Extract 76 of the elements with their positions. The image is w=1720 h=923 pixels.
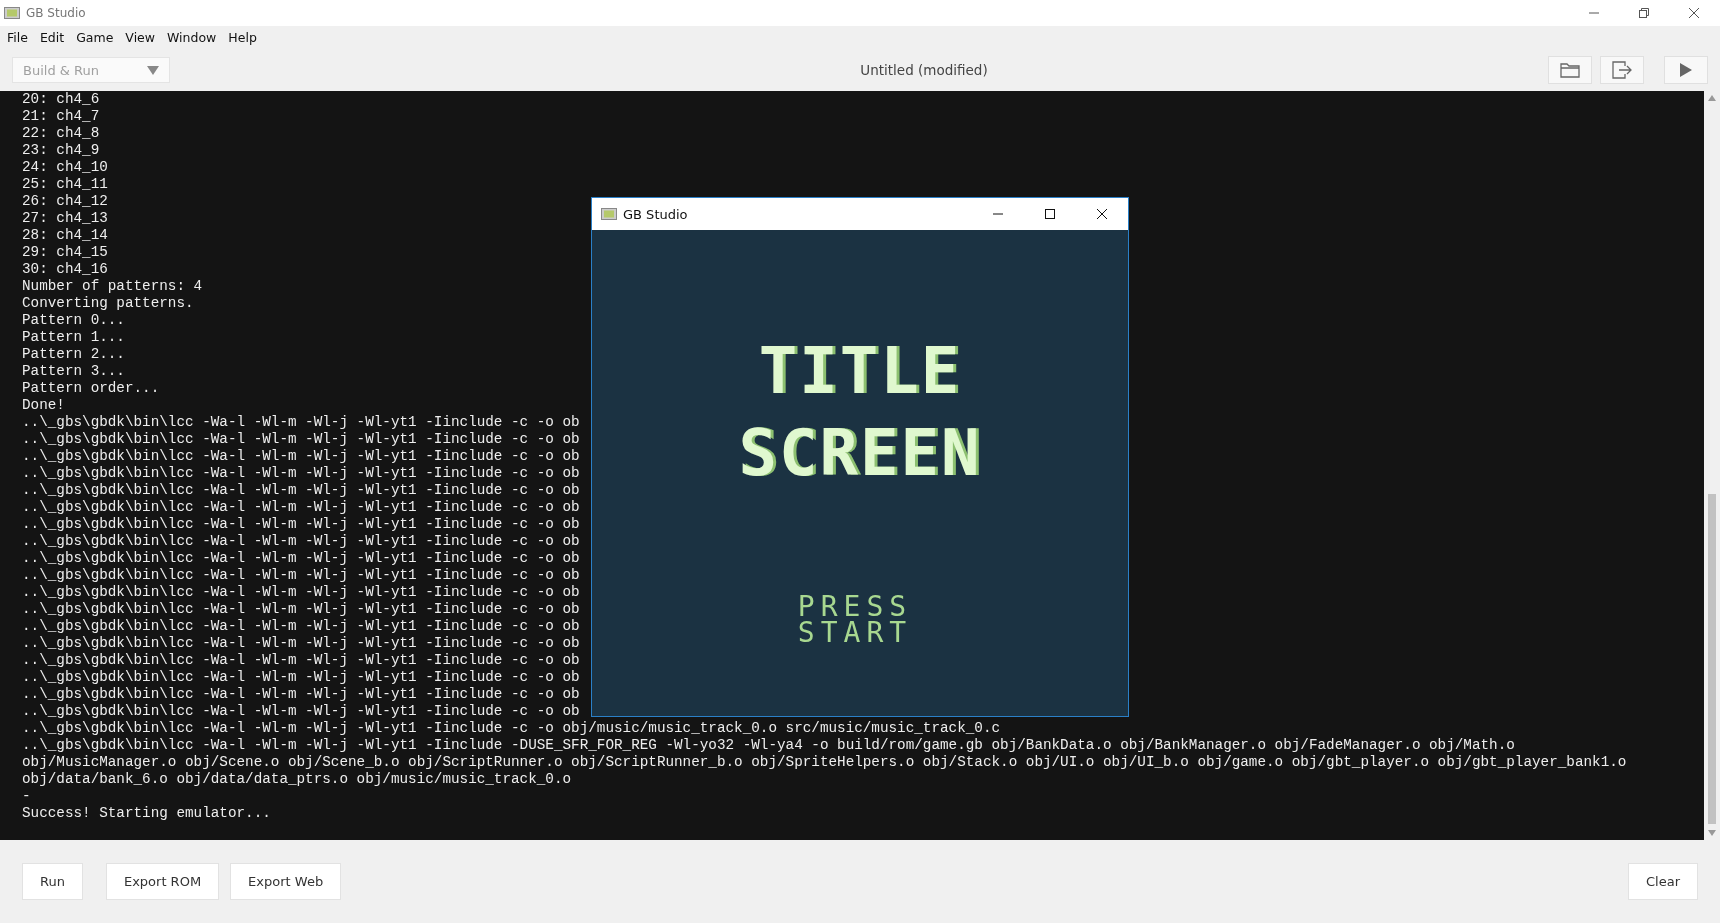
console-line: 22: ch4_8 xyxy=(22,125,100,142)
console-line: ..\_gbs\gbdk\bin\lcc -Wa-l -Wl-m -Wl-j -Wl-yt1 -Iinclude -c -o ob xyxy=(22,618,580,635)
console-line: obj/MusicManager.o obj/Scene.o obj/Scene_b.o obj/ScriptRunner.o obj/ScriptRunner_b.o obj/SpriteHelpers.o obj/Stack.o obj/UI.o obj/UI_b.o obj/game.o obj/gbt_player.o obj/gbt_player_bank1.o xyxy=(22,754,1627,771)
console-line: ..\_gbs\gbdk\bin\lcc -Wa-l -Wl-m -Wl-j -Wl-yt1 -Iinclude -c -o ob xyxy=(22,635,580,652)
console-line: Pattern order... xyxy=(22,380,160,397)
console-line: ..\_gbs\gbdk\bin\lcc -Wa-l -Wl-m -Wl-j -Wl-yt1 -Iinclude -c -o ob xyxy=(22,703,580,720)
console-line: 25: ch4_11 xyxy=(22,176,108,193)
menu-item[interactable]: Help xyxy=(228,30,257,45)
console-line: Pattern 1... xyxy=(22,329,125,346)
clear-button[interactable]: Clear xyxy=(1628,863,1698,900)
console-line: ..\_gbs\gbdk\bin\lcc -Wa-l -Wl-m -Wl-j -Wl-yt1 -Iinclude -c -o ob xyxy=(22,669,580,686)
console-line: 29: ch4_15 xyxy=(22,244,108,261)
console-line: 23: ch4_9 xyxy=(22,142,100,159)
console-line: Pattern 0... xyxy=(22,312,125,329)
console-line: ..\_gbs\gbdk\bin\lcc -Wa-l -Wl-m -Wl-j -Wl-yt1 -Iinclude -c -o ob xyxy=(22,482,580,499)
console-line: ..\_gbs\gbdk\bin\lcc -Wa-l -Wl-m -Wl-j -Wl-yt1 -Iinclude -c -o ob xyxy=(22,431,580,448)
play-button[interactable] xyxy=(1664,56,1708,84)
console-line: 21: ch4_7 xyxy=(22,108,100,125)
console-line: 24: ch4_10 xyxy=(22,159,108,176)
console-line: Converting patterns. xyxy=(22,295,194,312)
emulator-title: GB Studio xyxy=(623,206,688,222)
close-icon[interactable] xyxy=(1688,7,1700,19)
console-line: - xyxy=(22,788,31,805)
game-title-text: SCREEN xyxy=(738,415,982,492)
console-line: ..\_gbs\gbdk\bin\lcc -Wa-l -Wl-m -Wl-j -Wl-yt1 -Iinclude -c -o ob xyxy=(22,550,580,567)
console-line: ..\_gbs\gbdk\bin\lcc -Wa-l -Wl-m -Wl-j -Wl-yt1 -Iinclude -c -o ob xyxy=(22,567,580,584)
folder-icon xyxy=(1560,62,1580,78)
console-line: ..\_gbs\gbdk\bin\lcc -Wa-l -Wl-m -Wl-j -Wl-yt1 -Iinclude -c -o obj/music/music_track_0.o src/music/music_track_0.c xyxy=(22,720,1001,737)
export-icon xyxy=(1612,61,1632,79)
restore-icon[interactable] xyxy=(1638,7,1650,19)
console-line: Done! xyxy=(22,397,65,414)
action-button[interactable]: Export Web xyxy=(230,863,342,900)
console-line: 30: ch4_16 xyxy=(22,261,108,278)
console-line: ..\_gbs\gbdk\bin\lcc -Wa-l -Wl-m -Wl-j -Wl-yt1 -Iinclude -c -o ob xyxy=(22,448,580,465)
app-icon xyxy=(601,208,617,220)
console-line: obj/data/bank_6.o obj/data/data_ptrs.o obj/music/music_track_0.o xyxy=(22,771,572,788)
maximize-icon[interactable] xyxy=(1044,208,1056,220)
console-line: Number of patterns: 4 xyxy=(22,278,203,295)
menu-item[interactable]: Window xyxy=(167,30,217,45)
press-start-text: PRESS xyxy=(797,594,913,620)
console-line: 20: ch4_6 xyxy=(22,91,100,108)
scroll-down-icon[interactable] xyxy=(1708,830,1716,836)
console-line: Pattern 3... xyxy=(22,363,125,380)
console-line: Success! Starting emulator... xyxy=(22,805,271,822)
console-line: 27: ch4_13 xyxy=(22,210,108,227)
scroll-up-icon[interactable] xyxy=(1708,95,1716,101)
console-line: 28: ch4_14 xyxy=(22,227,108,244)
caret-icon xyxy=(147,65,159,75)
menu-item[interactable]: Edit xyxy=(39,30,65,45)
menu-item[interactable]: File xyxy=(7,30,28,45)
console-line: ..\_gbs\gbdk\bin\lcc -Wa-l -Wl-m -Wl-j -Wl-yt1 -Iinclude -c -o ob xyxy=(22,686,580,703)
console-line: ..\_gbs\gbdk\bin\lcc -Wa-l -Wl-m -Wl-j -Wl-yt1 -Iinclude -c -o ob xyxy=(22,652,580,669)
console-line: ..\_gbs\gbdk\bin\lcc -Wa-l -Wl-m -Wl-j -Wl-yt1 -Iinclude -c -o ob xyxy=(22,499,580,516)
menu-item[interactable]: Game xyxy=(76,30,114,45)
export-button[interactable] xyxy=(1600,56,1644,84)
scrollbar-thumb[interactable] xyxy=(1708,494,1716,824)
game-title-text: TITLE xyxy=(758,333,962,410)
console-line: 26: ch4_12 xyxy=(22,193,108,210)
press-start-text: START xyxy=(797,620,913,646)
console-line: Pattern 2... xyxy=(22,346,125,363)
project-title: Untitled (modified) xyxy=(859,62,989,78)
console-line: ..\_gbs\gbdk\bin\lcc -Wa-l -Wl-m -Wl-j -Wl-yt1 -Iinclude -c -o ob xyxy=(22,584,580,601)
action-button[interactable]: Run xyxy=(22,863,83,900)
console-line: ..\_gbs\gbdk\bin\lcc -Wa-l -Wl-m -Wl-j -Wl-yt1 -Iinclude -c -o ob xyxy=(22,533,580,550)
close-icon[interactable] xyxy=(1096,208,1108,220)
console-line: ..\_gbs\gbdk\bin\lcc -Wa-l -Wl-m -Wl-j -Wl-yt1 -Iinclude -c -o ob xyxy=(22,414,580,431)
menu-item[interactable]: View xyxy=(125,30,156,45)
console-line: ..\_gbs\gbdk\bin\lcc -Wa-l -Wl-m -Wl-j -Wl-yt1 -Iinclude -DUSE_SFR_FOR_REG -Wl-yo32 -Wl-ya4 -o build/rom/game.gb obj/BankData.o obj/BankManager.o obj/FadeManager.o obj/Math.o xyxy=(22,737,1515,754)
open-folder-button[interactable] xyxy=(1548,56,1592,84)
window-title: GB Studio xyxy=(26,6,86,20)
console-line: ..\_gbs\gbdk\bin\lcc -Wa-l -Wl-m -Wl-j -Wl-yt1 -Iinclude -c -o ob xyxy=(22,601,580,618)
console-line: ..\_gbs\gbdk\bin\lcc -Wa-l -Wl-m -Wl-j -Wl-yt1 -Iinclude -c -o ob xyxy=(22,465,580,482)
play-icon xyxy=(1679,62,1693,78)
action-button[interactable]: Export ROM xyxy=(105,863,220,900)
console-line: ..\_gbs\gbdk\bin\lcc -Wa-l -Wl-m -Wl-j -Wl-yt1 -Iinclude -c -o ob xyxy=(22,516,580,533)
app-icon xyxy=(4,7,20,19)
